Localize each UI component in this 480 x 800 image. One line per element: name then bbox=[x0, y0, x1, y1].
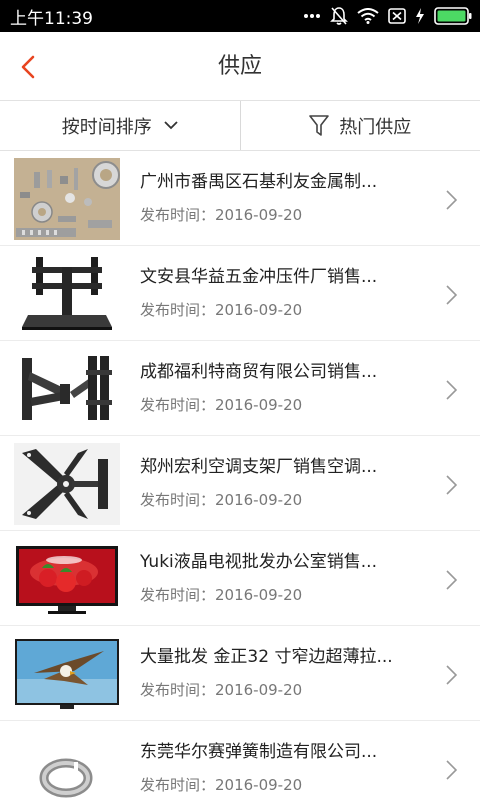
product-image bbox=[14, 728, 120, 800]
supply-list: 广州市番禺区石基利友金属制... 发布时间：2016-09-20 文安县华益五金… bbox=[0, 151, 480, 800]
sort-filter-label: 按时间排序 bbox=[61, 116, 152, 138]
no-sim-icon bbox=[388, 8, 406, 24]
tv-stand-image bbox=[14, 253, 120, 335]
chevron-right-icon bbox=[446, 190, 457, 210]
list-item[interactable]: 广州市番禺区石基利友金属制... 发布时间：2016-09-20 bbox=[0, 151, 480, 246]
list-item-title: Yuki液晶电视批发办公室销售... bbox=[140, 552, 377, 572]
status-time: 上午11:39 bbox=[10, 8, 93, 29]
more-dots-icon bbox=[304, 14, 320, 18]
list-item[interactable]: 郑州宏利空调支架厂销售空调... 发布时间：2016-09-20 bbox=[0, 436, 480, 531]
notification-muted-icon bbox=[330, 7, 348, 25]
product-image bbox=[14, 158, 120, 240]
list-item-date: 发布时间：2016-09-20 bbox=[140, 396, 303, 414]
product-image bbox=[14, 253, 120, 335]
list-item-date: 发布时间：2016-09-20 bbox=[140, 206, 303, 224]
hot-supply-filter[interactable]: 热门供应 bbox=[239, 101, 480, 150]
spring-washer-image bbox=[14, 728, 120, 800]
list-item-date: 发布时间：2016-09-20 bbox=[140, 491, 303, 509]
filter-bar: 按时间排序 热门供应 bbox=[0, 101, 480, 151]
list-item-date: 发布时间：2016-09-20 bbox=[140, 586, 303, 604]
chevron-right-icon bbox=[446, 570, 457, 590]
tv-strawberries-image bbox=[14, 538, 120, 620]
metal-parts-image bbox=[14, 158, 120, 240]
product-image bbox=[14, 538, 120, 620]
list-item-title: 成都福利特商贸有限公司销售... bbox=[140, 362, 378, 382]
list-item-date: 发布时间：2016-09-20 bbox=[140, 776, 303, 794]
product-image bbox=[14, 348, 120, 430]
chevron-down-icon bbox=[164, 121, 178, 130]
list-item-date: 发布时间：2016-09-20 bbox=[140, 681, 303, 699]
chevron-right-icon bbox=[446, 380, 457, 400]
list-item-title: 广州市番禺区石基利友金属制... bbox=[140, 172, 378, 192]
list-item-date: 发布时间：2016-09-20 bbox=[140, 301, 303, 319]
list-item-title: 东莞华尔赛弹簧制造有限公司... bbox=[140, 742, 378, 762]
hot-filter-label: 热门供应 bbox=[339, 116, 412, 138]
list-item[interactable]: 成都福利特商贸有限公司销售... 发布时间：2016-09-20 bbox=[0, 341, 480, 436]
sort-by-time-filter[interactable]: 按时间排序 bbox=[0, 101, 240, 150]
status-bar: 上午11:39 bbox=[0, 0, 480, 32]
product-image bbox=[14, 443, 120, 525]
list-item[interactable]: 东莞华尔赛弹簧制造有限公司... 发布时间：2016-09-20 bbox=[0, 721, 480, 800]
list-item-title: 郑州宏利空调支架厂销售空调... bbox=[140, 457, 378, 477]
list-item-title: 大量批发 金正32 寸窄边超薄拉... bbox=[140, 647, 393, 667]
wall-mount-image bbox=[14, 443, 120, 525]
list-item[interactable]: 大量批发 金正32 寸窄边超薄拉... 发布时间：2016-09-20 bbox=[0, 626, 480, 721]
page-title: 供应 bbox=[217, 54, 262, 79]
chevron-right-icon bbox=[446, 475, 457, 495]
swing-arm-mount-image bbox=[14, 348, 120, 430]
battery-icon bbox=[434, 7, 472, 25]
tv-eagle-image bbox=[14, 633, 120, 715]
list-item-title: 文安县华益五金冲压件厂销售... bbox=[140, 267, 378, 287]
header: 供应 bbox=[0, 32, 480, 101]
wifi-icon bbox=[357, 8, 379, 24]
list-item[interactable]: Yuki液晶电视批发办公室销售... 发布时间：2016-09-20 bbox=[0, 531, 480, 626]
funnel-icon bbox=[309, 114, 330, 136]
chevron-right-icon bbox=[446, 285, 457, 305]
status-icons bbox=[303, 6, 472, 26]
product-image bbox=[14, 633, 120, 715]
chevron-right-icon bbox=[446, 760, 457, 780]
back-arrow-icon bbox=[21, 55, 35, 79]
charging-icon bbox=[416, 8, 424, 24]
back-button[interactable] bbox=[10, 49, 46, 85]
chevron-right-icon bbox=[446, 665, 457, 685]
list-item[interactable]: 文安县华益五金冲压件厂销售... 发布时间：2016-09-20 bbox=[0, 246, 480, 341]
